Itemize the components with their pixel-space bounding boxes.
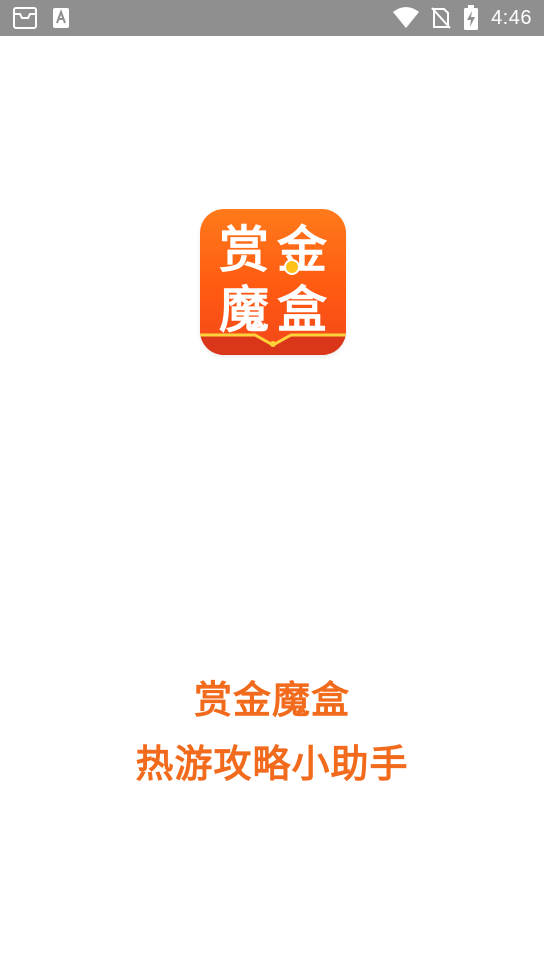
app-tagline: 热游攻略小助手	[135, 742, 409, 786]
status-bar-left	[12, 6, 70, 30]
logo-char: 赏	[219, 221, 269, 279]
logo-char: 金	[277, 221, 327, 279]
status-bar-right: 4:46	[393, 0, 532, 36]
logo-treasure-box-icon	[200, 327, 346, 355]
battery-charging-icon	[463, 5, 479, 31]
status-bar: 4:46	[0, 0, 544, 36]
logo-coin-icon	[284, 259, 300, 275]
wifi-icon	[393, 7, 420, 29]
app-name: 赏金魔盒	[193, 678, 350, 722]
status-time: 4:46	[491, 6, 532, 29]
no-sim-icon	[431, 6, 451, 30]
keyboard-a-icon	[52, 7, 70, 29]
app-logo: 赏 金 魔 盒	[200, 209, 346, 355]
notification-inbox-icon	[12, 6, 38, 30]
